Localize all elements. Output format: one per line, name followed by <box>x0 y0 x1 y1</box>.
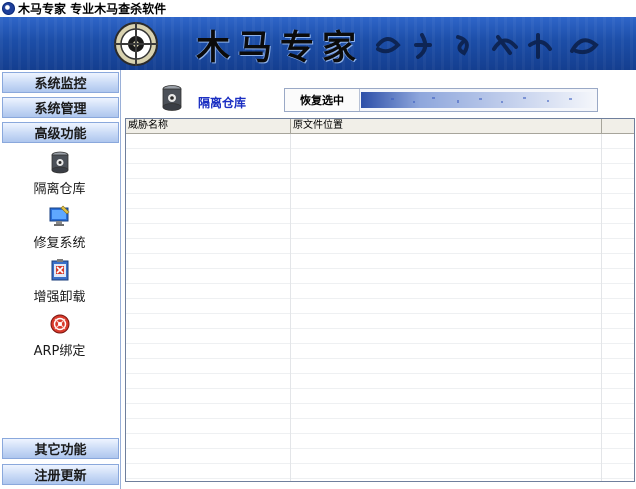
sidebar-item-label: ARP绑定 <box>33 344 86 359</box>
column-divider <box>601 134 602 481</box>
sidebar-item-quarantine[interactable]: 隔离仓库 <box>0 150 119 197</box>
sidebar-category-system-monitor[interactable]: 系统监控 <box>2 72 119 93</box>
main-panel: 隔离仓库 恢复选中 威胁名称 原文件位置 <box>121 70 636 489</box>
sidebar-item-arp-binding[interactable]: ARP绑定 <box>0 312 119 359</box>
monitor-repair-icon <box>49 205 69 226</box>
column-divider <box>290 134 291 481</box>
sidebar-category-system-management[interactable]: 系统管理 <box>2 97 119 118</box>
restore-progress-bar <box>361 92 595 108</box>
quarantine-barrel-icon <box>51 151 68 174</box>
sidebar-item-label: 增强卸载 <box>33 290 86 305</box>
quarantine-list[interactable]: 威胁名称 原文件位置 <box>125 118 635 482</box>
page-title: 隔离仓库 <box>198 96 247 110</box>
arp-binding-icon <box>50 314 69 334</box>
sidebar-item-label: 隔离仓库 <box>33 182 86 197</box>
sidebar-category-label: 注册更新 <box>34 469 87 484</box>
calligraphy-decoration-icon <box>376 33 599 59</box>
sidebar-category-label: 系统管理 <box>34 102 87 117</box>
column-header-threat-name[interactable]: 威胁名称 <box>126 119 291 133</box>
column-header-original-location[interactable]: 原文件位置 <box>291 119 602 133</box>
crosshair-emblem-icon <box>114 22 158 66</box>
column-header-empty[interactable] <box>602 119 634 133</box>
sidebar-item-enhanced-uninstall[interactable]: 增强卸载 <box>0 258 119 305</box>
restore-toolbar: 恢复选中 <box>284 88 598 112</box>
sidebar: 系统监控 系统管理 高级功能 隔离仓库 修复系统 增强卸载 ARP绑定 其它功能… <box>0 70 121 489</box>
sidebar-item-repair-system[interactable]: 修复系统 <box>0 204 119 251</box>
enhanced-uninstall-icon <box>51 259 68 281</box>
sidebar-category-label: 其它功能 <box>34 443 87 458</box>
banner-title: 木马专家 <box>196 28 364 68</box>
list-body[interactable] <box>126 134 634 481</box>
app-logo-icon <box>2 2 15 15</box>
sidebar-item-label: 修复系统 <box>33 236 86 251</box>
window-title: 木马专家 专业木马查杀软件 <box>18 2 167 16</box>
sidebar-category-label: 高级功能 <box>34 127 87 142</box>
sidebar-category-advanced-features[interactable]: 高级功能 <box>2 122 119 143</box>
quarantine-barrel-icon <box>162 85 182 111</box>
sidebar-category-register-update[interactable]: 注册更新 <box>2 464 119 485</box>
title-bar: 木马专家 专业木马查杀软件 <box>0 0 636 17</box>
restore-selected-button[interactable]: 恢复选中 <box>285 89 360 111</box>
sidebar-category-label: 系统监控 <box>34 77 87 92</box>
sidebar-category-other-features[interactable]: 其它功能 <box>2 438 119 459</box>
list-header: 威胁名称 原文件位置 <box>126 119 634 134</box>
header-banner: 木马专家 <box>0 17 636 70</box>
